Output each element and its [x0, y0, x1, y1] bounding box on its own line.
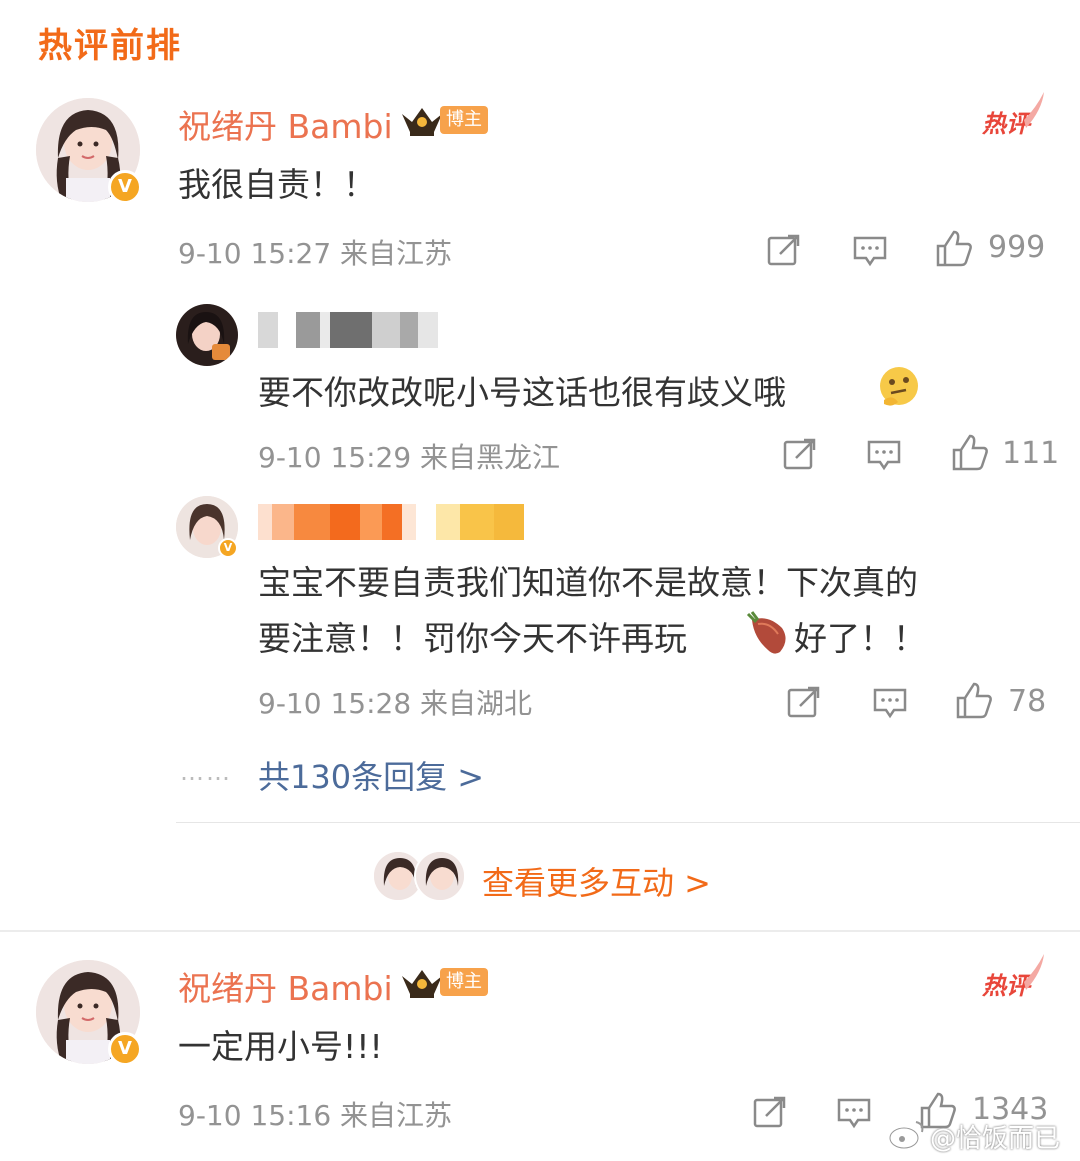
avatar[interactable] [176, 304, 238, 366]
repost-icon[interactable] [782, 436, 818, 472]
sweet-potato-emoji [746, 611, 786, 654]
crown-icon [402, 108, 442, 136]
repost-icon[interactable] [752, 1094, 788, 1130]
verified-icon: V [218, 538, 238, 558]
like-count: 111 [1002, 436, 1060, 471]
reply-meta: 9-10 15:29 来自黑龙江 [258, 441, 561, 474]
weibo-logo-icon [888, 1121, 924, 1150]
view-all-replies-link[interactable]: 共130条回复 > [258, 752, 484, 798]
author-name[interactable]: 祝绪丹 Bambi [178, 962, 393, 1010]
divider [0, 930, 1080, 932]
comment-icon[interactable] [836, 1096, 872, 1130]
thinking-face-emoji [880, 367, 918, 406]
like-icon[interactable] [950, 432, 990, 472]
like-count: 78 [1008, 684, 1047, 719]
comment-text: 一定用小号!!! [178, 1027, 383, 1066]
avatar [414, 850, 466, 902]
section-title: 热评前排 [38, 26, 182, 66]
reply-text: 要不你改改呢小号这话也很有歧义哦 [258, 373, 786, 412]
like-icon[interactable] [934, 228, 974, 268]
like-count: 999 [988, 230, 1046, 265]
redacted-username[interactable] [258, 504, 524, 540]
blogger-badge: 博主 [440, 106, 488, 134]
blogger-badge: 博主 [440, 968, 488, 996]
crown-icon [402, 970, 442, 998]
comment-icon[interactable] [852, 234, 888, 268]
divider [176, 822, 1080, 823]
reply-text-line1: 宝宝不要自责我们知道你不是故意！下次真的 [258, 563, 918, 602]
repost-icon[interactable] [786, 684, 822, 720]
reply-text-line2-end: 好了！！ [794, 619, 926, 658]
comment-meta: 9-10 15:27 来自江苏 [178, 237, 453, 270]
author-name[interactable]: 祝绪丹 Bambi [178, 100, 393, 148]
comment-icon[interactable] [866, 438, 902, 472]
reply-text-line2: 要注意！！罚你今天不许再玩 [258, 619, 687, 658]
hot-wing-icon [1024, 92, 1044, 128]
comment-text: 我很自责！！ [178, 165, 376, 204]
comment-icon[interactable] [872, 686, 908, 720]
reply-dots: …… [180, 758, 232, 786]
hot-wing-icon [1024, 954, 1044, 990]
reply-meta: 9-10 15:28 来自湖北 [258, 687, 533, 720]
verified-icon: V [108, 1032, 142, 1066]
redacted-username[interactable] [258, 312, 438, 348]
comment-meta: 9-10 15:16 来自江苏 [178, 1099, 453, 1132]
view-more-interactions-link[interactable]: 查看更多互动 > [482, 858, 711, 904]
verified-icon: V [108, 170, 142, 204]
repost-icon[interactable] [766, 232, 802, 268]
watermark: @恰饭而已 [930, 1124, 1061, 1154]
like-icon[interactable] [954, 680, 994, 720]
